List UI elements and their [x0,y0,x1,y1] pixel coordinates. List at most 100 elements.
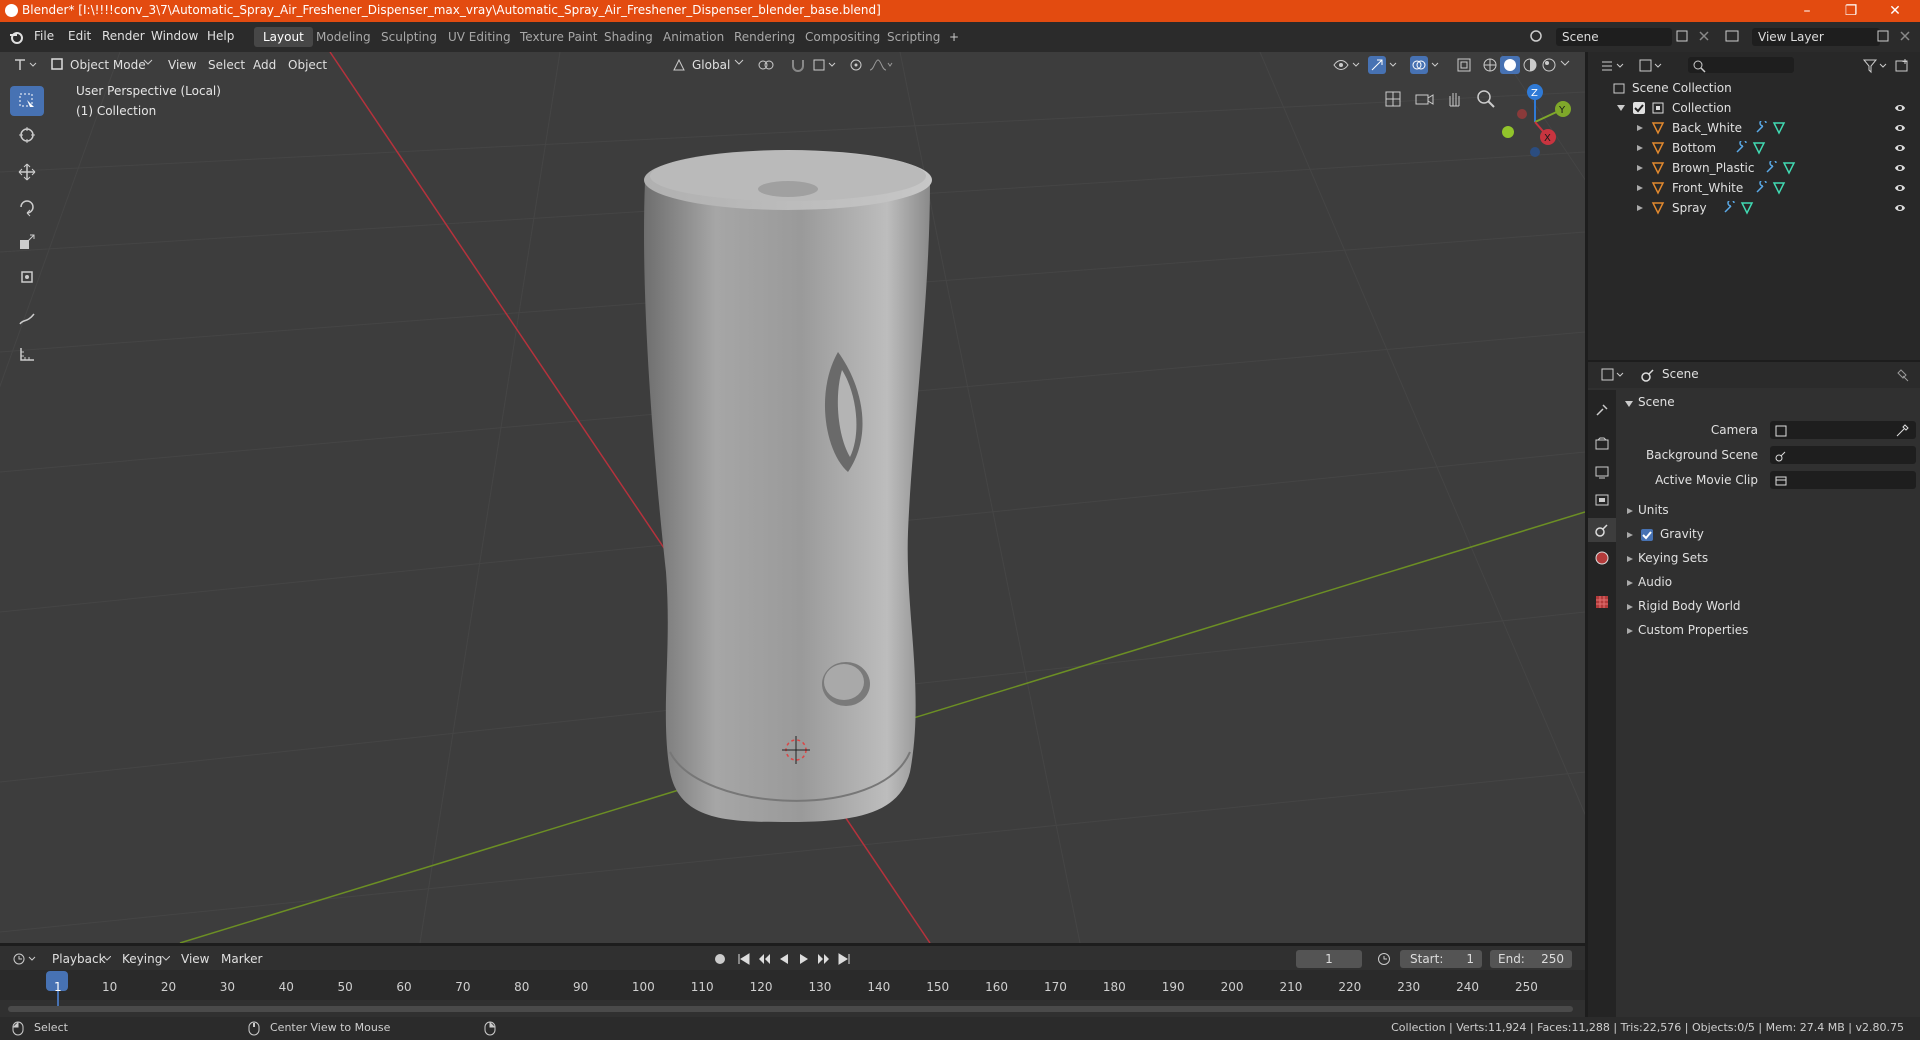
workspace-tab-layout[interactable]: Layout [254,27,313,47]
mesh-data-icon[interactable] [1772,181,1786,195]
show-overlays-icon[interactable] [1410,56,1440,74]
pin-icon[interactable] [1896,368,1910,382]
visibility-eye-icon[interactable] [1894,182,1906,194]
outliner-row-front-white[interactable]: Front_White [1588,178,1920,198]
viewport-menu-object[interactable]: Object [288,55,327,75]
jump-to-end-icon[interactable] [836,951,852,967]
blender-menu-icon[interactable] [8,29,24,45]
units-panel-header[interactable]: Units [1620,500,1916,522]
jump-to-previous-keyframe-icon[interactable] [756,951,772,967]
editor-type-icon[interactable] [12,56,40,74]
add-workspace-button[interactable]: + [940,27,968,47]
workspace-tab-uv-editing[interactable]: UV Editing [439,27,520,47]
timeline-scrollbar[interactable] [8,1006,1573,1012]
proportional-falloff-icon[interactable] [868,57,894,73]
mesh-data-icon[interactable] [1782,161,1796,175]
outliner-row-bottom[interactable]: Bottom [1588,138,1920,158]
visibility-eye-icon[interactable] [1894,102,1906,114]
expand-arrow-icon[interactable] [1636,124,1644,132]
pivot-point-icon[interactable] [756,57,778,73]
scale-tool[interactable] [10,227,44,257]
minimize-button[interactable]: – [1785,0,1829,22]
use-preview-range-clock-icon[interactable] [1376,951,1392,967]
rotate-tool[interactable] [10,192,44,222]
show-gizmo-icon[interactable] [1368,56,1398,74]
delete-view-layer-icon[interactable] [1898,29,1912,43]
texture-tab-icon[interactable] [1594,594,1610,610]
jump-to-next-keyframe-icon[interactable] [816,951,832,967]
close-button[interactable]: ✕ [1873,0,1917,22]
xray-toggle-icon[interactable] [1456,57,1472,73]
workspace-tab-texture-paint[interactable]: Texture Paint [511,27,606,47]
properties-editor-type-icon[interactable] [1600,367,1628,383]
outliner-editor-type-icon[interactable] [1600,58,1628,74]
timeline-editor-type-icon[interactable] [12,951,40,967]
play-reverse-icon[interactable] [776,951,792,967]
select-box-tool[interactable] [10,86,44,116]
output-tab-icon[interactable] [1594,464,1610,480]
maximize-button[interactable]: ❐ [1829,0,1873,22]
outliner-row-back-white[interactable]: Back_White [1588,118,1920,138]
gravity-panel-header[interactable]: Gravity [1620,524,1916,546]
workspace-tab-animation[interactable]: Animation [654,27,733,47]
visibility-eye-icon[interactable] [1894,122,1906,134]
scene-panel-header[interactable]: Scene [1620,392,1916,414]
timeline-menu-playback[interactable]: Playback [52,949,106,969]
workspace-tab-rendering[interactable]: Rendering [725,27,804,47]
zoom-view-icon[interactable] [1475,88,1497,110]
expand-arrow-icon[interactable] [1616,103,1626,113]
new-scene-icon[interactable] [1675,29,1689,43]
background-scene-field[interactable] [1770,446,1916,464]
menu-edit[interactable]: Edit [68,29,91,43]
toggle-camera-grid-icon[interactable] [1382,88,1404,110]
workspace-tab-scripting[interactable]: Scripting [878,27,949,47]
menu-file[interactable]: File [34,29,54,43]
outliner-row-spray[interactable]: Spray [1588,198,1920,218]
end-frame-field[interactable]: End: 250 [1490,950,1572,968]
camera-view-icon[interactable] [1413,88,1435,110]
transform-tool[interactable] [10,262,44,292]
gravity-checkbox[interactable] [1640,528,1654,542]
outliner-row-scene-collection[interactable]: Scene Collection [1588,78,1920,98]
new-collection-icon[interactable] [1894,58,1910,74]
viewport-menu-add[interactable]: Add [253,55,276,75]
material-preview-shading-icon[interactable] [1522,57,1538,73]
mesh-data-icon[interactable] [1752,141,1766,155]
timeline-menu-view[interactable]: View [181,949,209,969]
menu-help[interactable]: Help [207,29,234,43]
cursor-tool[interactable] [10,120,44,150]
jump-to-start-icon[interactable] [736,951,752,967]
scene-selector[interactable]: Scene [1556,28,1672,46]
annotate-tool[interactable] [10,304,44,334]
display-mode-icon[interactable] [1638,58,1666,74]
snap-magnet-icon[interactable] [790,57,806,73]
menu-render[interactable]: Render [102,29,145,43]
move-tool[interactable] [10,157,44,187]
start-frame-field[interactable]: Start: 1 [1400,950,1482,968]
object-type-visibility-icon[interactable] [1332,57,1360,73]
record-keyframe-icon[interactable] [712,951,728,967]
snap-target-icon[interactable] [812,57,838,73]
render-tab-icon[interactable] [1594,436,1610,452]
active-movie-clip-field[interactable] [1770,471,1916,489]
collection-checkbox-icon[interactable] [1632,101,1646,115]
mesh-data-icon[interactable] [1740,201,1754,215]
eyedropper-icon[interactable] [1895,424,1909,438]
viewport-menu-view[interactable]: View [168,55,196,75]
expand-arrow-icon[interactable] [1636,184,1644,192]
rendered-shading-icon[interactable] [1541,57,1557,73]
modifier-wrench-icon[interactable] [1734,141,1748,155]
visibility-eye-icon[interactable] [1894,202,1906,214]
proportional-editing-icon[interactable] [848,57,864,73]
workspace-tab-modeling[interactable]: Modeling [307,27,380,47]
current-frame-field[interactable]: 1 [1296,950,1362,968]
3d-viewport[interactable]: Z Y X User Perspective (Local) (1) Colle… [0,52,1585,943]
air-freshener-model[interactable] [644,150,932,822]
workspace-tab-sculpting[interactable]: Sculpting [372,27,446,47]
rigid-body-world-panel-header[interactable]: Rigid Body World [1620,596,1916,618]
play-icon[interactable] [796,951,812,967]
object-mode-dropdown[interactable]: Object Mode [70,55,146,75]
visibility-eye-icon[interactable] [1894,142,1906,154]
modifier-wrench-icon[interactable] [1764,161,1778,175]
view-layer-tab-icon[interactable] [1594,492,1610,508]
